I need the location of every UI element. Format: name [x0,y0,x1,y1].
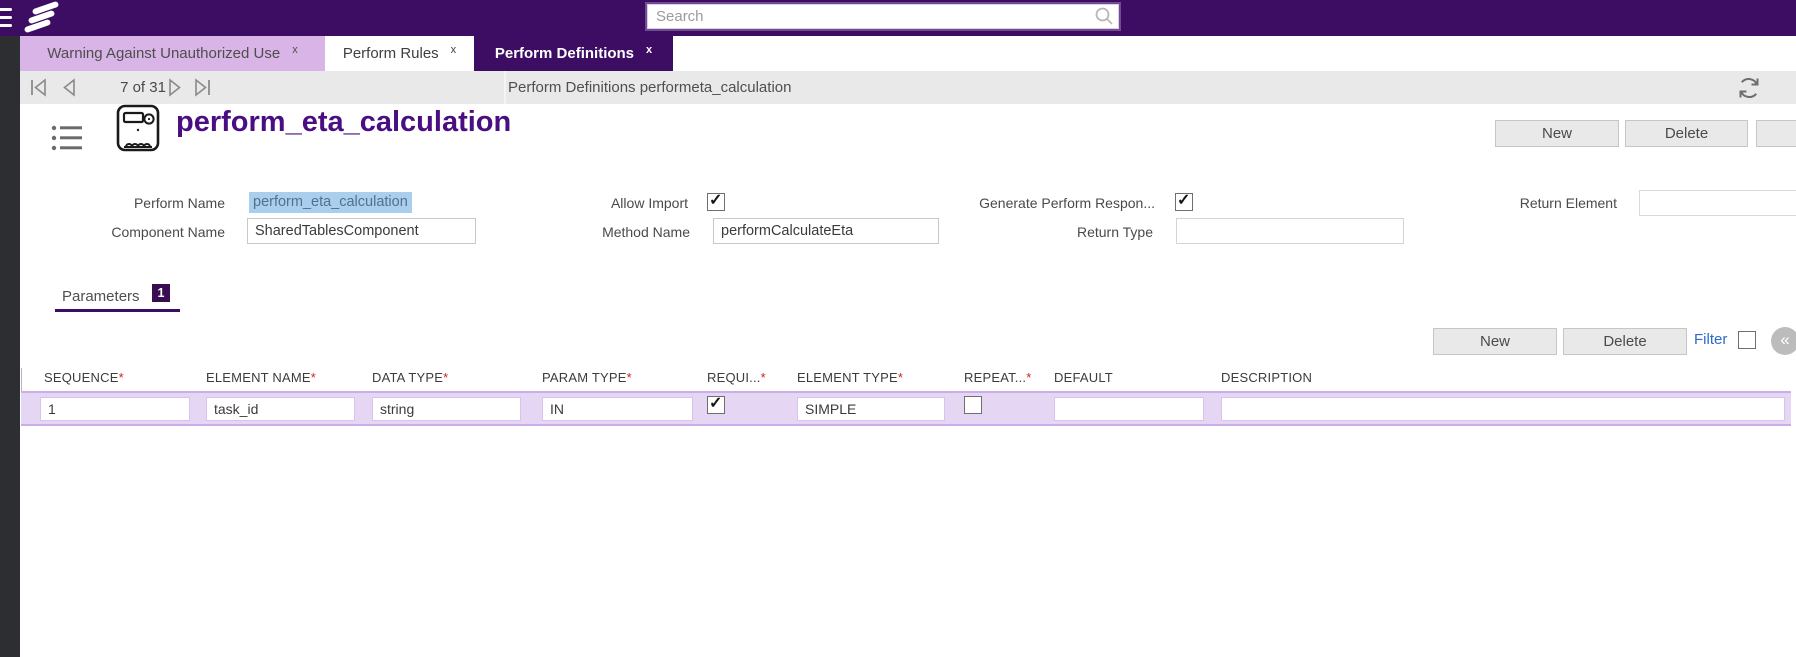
partial-button[interactable] [1756,120,1796,147]
delete-button[interactable]: Delete [1625,120,1748,147]
app-window: Warning Against Unauthorized Use x Perfor… [0,0,1796,657]
parameters-delete-button[interactable]: Delete [1563,328,1687,355]
generate-perform-response-label: Generate Perform Respon... [979,195,1155,211]
breadcrumb: Perform Definitions performeta_calculati… [508,79,792,96]
component-name-label: Component Name [111,224,225,240]
parameters-new-button[interactable]: New [1433,328,1557,355]
parameters-count-badge: 1 [152,284,170,302]
generate-perform-response-checkbox[interactable] [1175,190,1193,211]
parameters-tab-underline [55,309,180,312]
tab-parameters[interactable]: Parameters [62,288,140,305]
cell-element-name[interactable] [206,397,355,421]
tab-label: Perform Rules [342,45,439,62]
method-name-field[interactable] [713,218,939,244]
double-chevron-left-icon: « [1780,330,1790,349]
tab-label: Warning Against Unauthorized Use [47,45,281,62]
perform-name-label: Perform Name [133,195,225,211]
table-left-border [21,368,22,391]
first-record-icon[interactable] [28,77,49,98]
perform-definition-icon [116,104,160,152]
search-icon[interactable] [1094,6,1114,26]
tab-close-icon[interactable]: x [451,33,457,68]
left-rail [0,36,20,657]
brand-logo-icon [23,0,62,34]
col-header-element-name: ELEMENT NAME* [206,370,317,385]
col-header-repeating: REPEAT...* [964,370,1032,385]
record-list-icon[interactable] [50,121,84,155]
col-header-description: DESCRIPTION [1221,370,1313,385]
top-bar [0,0,1796,36]
return-element-label: Return Element [1519,195,1617,211]
tab-close-icon[interactable]: x [292,33,298,68]
method-name-label: Method Name [602,224,690,240]
filter-checkbox[interactable] [1738,331,1756,349]
return-element-field[interactable] [1639,190,1796,216]
cell-description[interactable] [1221,397,1785,421]
cell-sequence[interactable] [40,397,190,421]
allow-import-checkbox[interactable] [707,190,725,211]
tab-perform-definitions-active[interactable]: Perform Definitions x [474,36,673,71]
cell-element-type[interactable] [797,397,945,421]
new-button[interactable]: New [1495,120,1619,147]
filter-link[interactable]: Filter [1694,331,1727,348]
cell-param-type[interactable] [542,397,693,421]
col-header-param-type: PARAM TYPE* [542,370,632,385]
col-header-element-type: ELEMENT TYPE* [797,370,904,385]
page-title: perform_eta_calculation [176,106,512,138]
return-type-label: Return Type [1076,224,1153,240]
allow-import-label: Allow Import [610,195,688,211]
cell-data-type[interactable] [372,397,521,421]
tab-perform-rules[interactable]: Perform Rules x [328,36,471,71]
col-header-required: REQUI...* [707,370,766,385]
record-nav-bar: 7 of 31 Perform Definitions performeta_c… [20,71,1796,104]
cell-default[interactable] [1054,397,1204,421]
hamburger-menu-icon[interactable] [0,7,12,29]
last-record-icon[interactable] [192,77,213,98]
tab-warning-against-unauthorized-use[interactable]: Warning Against Unauthorized Use x [20,36,325,71]
col-header-sequence: SEQUENCE* [44,370,124,385]
col-header-default: DEFAULT [1054,370,1113,385]
cell-repeating-checkbox[interactable] [964,396,982,414]
return-type-field[interactable] [1176,218,1404,244]
search-input[interactable] [647,4,1119,29]
refresh-icon[interactable] [1736,75,1762,101]
tab-label: Perform Definitions [494,45,635,62]
tab-close-icon[interactable]: x [646,33,652,68]
nav-divider [504,71,506,104]
next-record-icon[interactable] [164,77,185,98]
component-name-field[interactable] [247,218,476,244]
collapse-panel-button[interactable]: « [1771,327,1796,355]
col-header-data-type: DATA TYPE* [372,370,449,385]
previous-record-icon[interactable] [59,77,80,98]
cell-required-checkbox[interactable] [707,393,725,414]
perform-name-value-selected[interactable]: perform_eta_calculation [249,192,412,213]
